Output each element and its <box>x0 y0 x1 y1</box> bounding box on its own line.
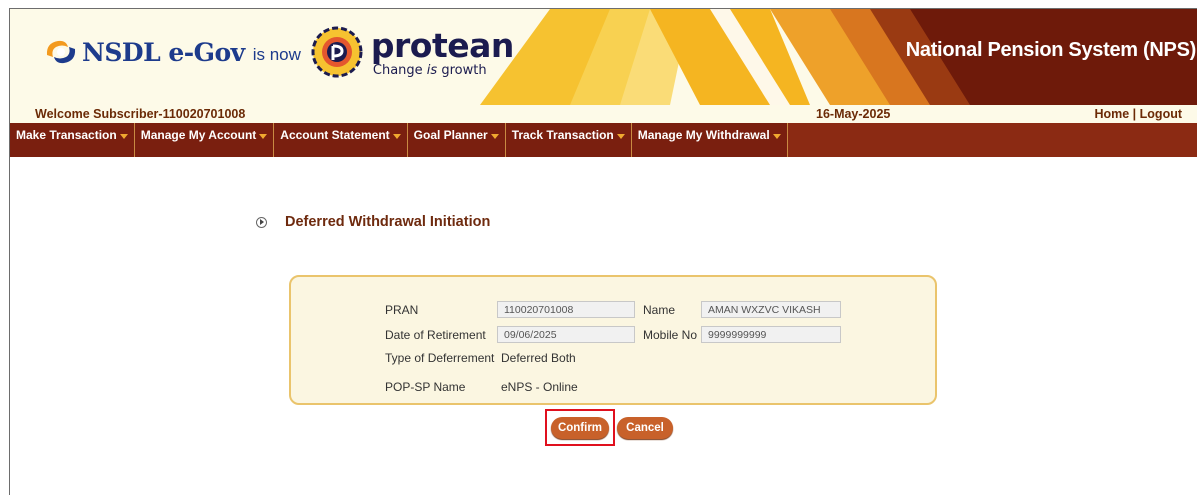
name-field[interactable] <box>701 301 841 318</box>
nav-label: Manage My Withdrawal <box>637 128 770 142</box>
brand-nsdl-text: NSDL e-Gov <box>82 37 245 67</box>
tagline-post: growth <box>437 63 487 78</box>
pop-sp-name-value: eNPS - Online <box>501 380 578 394</box>
withdrawal-details-panel: PRAN Name Date of Retirement Mobile No T… <box>289 275 937 405</box>
welcome-text: Welcome Subscriber-110020701008 <box>35 107 246 121</box>
home-link[interactable]: Home <box>1094 107 1129 121</box>
dropdown-arrow-icon <box>616 134 625 139</box>
brand-protean-text: protean <box>370 26 515 65</box>
nav-label: Make Transaction <box>16 128 117 142</box>
main-nav: Make Transaction Manage My Account Accou… <box>10 123 1197 157</box>
nav-label: Manage My Account <box>140 128 257 142</box>
confirm-button[interactable]: Confirm <box>551 417 609 439</box>
logout-link[interactable]: Logout <box>1140 107 1182 121</box>
nav-manage-my-withdrawal[interactable]: Manage My Withdrawal <box>631 123 788 157</box>
current-date: 16-May-2025 <box>816 107 891 121</box>
app-frame: NSDL e-Gov is now protean Change is grow… <box>9 8 1197 495</box>
link-separator: | <box>1129 107 1140 121</box>
dropdown-arrow-icon <box>119 134 128 139</box>
nav-label: Goal Planner <box>413 128 488 142</box>
home-logout-links: Home | Logout <box>1094 107 1182 121</box>
date-of-retirement-label: Date of Retirement <box>385 328 486 342</box>
page-title-text: Deferred Withdrawal Initiation <box>285 214 491 230</box>
nav-goal-planner[interactable]: Goal Planner <box>407 123 506 157</box>
mobile-no-label: Mobile No <box>643 328 698 342</box>
protean-wordmark: protean Change is growth <box>370 26 515 77</box>
tagline-em: is <box>426 63 438 78</box>
date-of-retirement-field[interactable] <box>497 326 635 343</box>
tagline-pre: Change <box>372 63 427 78</box>
nav-track-transaction[interactable]: Track Transaction <box>505 123 632 157</box>
pop-sp-name-label: POP-SP Name <box>385 380 466 394</box>
welcome-bar: Welcome Subscriber-110020701008 16-May-2… <box>10 105 1197 123</box>
mobile-no-field[interactable] <box>701 326 841 343</box>
nav-manage-my-account[interactable]: Manage My Account <box>134 123 275 157</box>
dropdown-arrow-icon <box>392 134 401 139</box>
system-title: National Pension System (NPS) <box>905 39 1197 61</box>
header-banner: NSDL e-Gov is now protean Change is grow… <box>10 9 1197 105</box>
brand-tagline: Change is growth <box>373 64 514 77</box>
dropdown-arrow-icon <box>490 134 499 139</box>
deferment-type-label: Type of Deferrement <box>385 351 495 365</box>
nav-account-statement[interactable]: Account Statement <box>274 123 408 157</box>
circle-arrow-bullet-icon <box>256 216 267 228</box>
brand-isnow-text: is now <box>252 45 301 64</box>
protean-logo-icon <box>311 26 363 78</box>
cancel-button[interactable]: Cancel <box>617 417 673 439</box>
dropdown-arrow-icon <box>259 134 268 139</box>
nav-label: Track Transaction <box>511 128 614 142</box>
pran-label: PRAN <box>385 303 419 317</box>
nav-label: Account Statement <box>280 128 390 142</box>
dropdown-arrow-icon <box>772 134 781 139</box>
page-title: Deferred Withdrawal Initiation <box>256 214 490 230</box>
nsdl-logo-icon <box>46 40 76 64</box>
nav-make-transaction[interactable]: Make Transaction <box>10 123 135 157</box>
name-label: Name <box>643 303 676 317</box>
deferment-type-value: Deferred Both <box>501 351 576 365</box>
pran-field[interactable] <box>497 301 635 318</box>
brand-logo-row: NSDL e-Gov is now protean Change is grow… <box>44 26 515 78</box>
